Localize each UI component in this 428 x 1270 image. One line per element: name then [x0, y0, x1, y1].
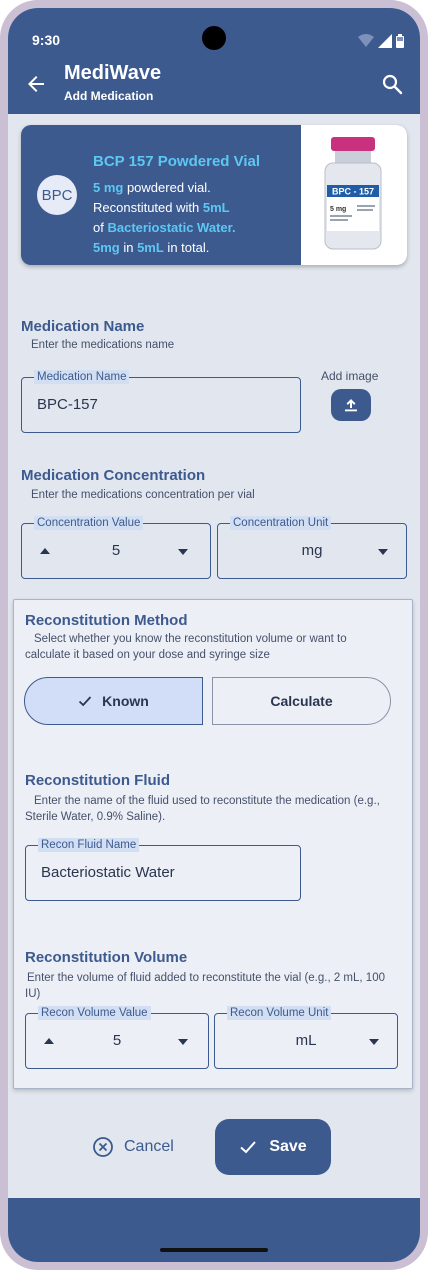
recon-volume-unit-select[interactable]: Recon Volume Unit mL [214, 1006, 398, 1069]
recon-volume-title: Reconstitution Volume [25, 949, 188, 966]
card-title: BCP 157 Powdered Vial [93, 153, 261, 170]
back-button[interactable] [24, 72, 48, 96]
device-frame: 9:30 MediWave Add Medication BPC BCP 157… [0, 0, 428, 1270]
wifi-icon [358, 34, 374, 47]
vial-image: BPC - 157 5 mg [301, 125, 407, 265]
vial-dose: 5 mg [330, 206, 346, 213]
upload-icon [345, 399, 357, 412]
signal-icon [378, 34, 392, 48]
concentration-value-label: Concentration Value [34, 516, 144, 530]
vial-label: BPC - 157 [332, 187, 374, 197]
card-text: Reconstituted with [93, 200, 203, 215]
card-amount: 5 mg [93, 180, 124, 195]
search-button[interactable] [380, 72, 404, 96]
cancel-label: Cancel [124, 1138, 174, 1155]
concentration-help: Enter the medications concentration per … [31, 489, 255, 501]
card-text: powdered vial. [123, 180, 211, 195]
camera-cutout [202, 26, 226, 50]
battery-icon [396, 34, 404, 48]
card-description: 5 mg powdered vial. Reconstituted with 5… [93, 178, 303, 258]
save-label: Save [269, 1138, 307, 1155]
add-image-label: Add image [321, 369, 379, 383]
status-time: 9:30 [32, 32, 61, 48]
recon-fluid-title: Reconstitution Fluid [25, 772, 170, 789]
vial-illustration: BPC - 157 5 mg [324, 137, 382, 250]
card-text: in [119, 240, 138, 255]
recon-fluid-help: Enter the name of the fluid used to reco… [25, 795, 380, 823]
medication-name-value: BPC-157 [37, 396, 98, 413]
save-button[interactable]: Save [215, 1119, 331, 1175]
card-total-volume: 5mL [137, 240, 164, 255]
app-title: MediWave [64, 62, 162, 84]
system-nav-bar [8, 1198, 420, 1262]
recon-fluid-value: Bacteriostatic Water [41, 864, 175, 881]
home-indicator[interactable] [160, 1248, 268, 1252]
medication-summary-card: BPC BCP 157 Powdered Vial 5 mg powdered … [21, 125, 407, 265]
recon-volume-value-label: Recon Volume Value [38, 1006, 151, 1020]
card-text: of [93, 220, 108, 235]
app-screen: 9:30 MediWave Add Medication BPC BCP 157… [8, 8, 420, 1262]
cancel-icon [93, 1137, 113, 1157]
recon-fluid-field[interactable]: Recon Fluid Name Bacteriostatic Water [25, 838, 301, 901]
card-dose: 5mg [93, 240, 120, 255]
concentration-title: Medication Concentration [21, 467, 206, 484]
card-volume: 5mL [202, 200, 230, 215]
app-bar: 9:30 MediWave Add Medication [8, 8, 420, 114]
cancel-button[interactable]: Cancel [92, 1132, 174, 1162]
medication-name-help: Enter the medications name [31, 339, 175, 351]
status-icons [358, 34, 404, 48]
card-text: in total. [163, 240, 210, 255]
decrement-icon[interactable] [178, 1039, 188, 1045]
concentration-unit-select[interactable]: Concentration Unit mg [217, 516, 407, 579]
dropdown-icon [369, 1039, 379, 1045]
concentration-value-stepper[interactable]: Concentration Value 5 [21, 516, 211, 579]
medication-name-field-label: Medication Name [34, 370, 130, 384]
decrement-icon[interactable] [178, 549, 188, 555]
check-icon [240, 1141, 257, 1154]
recon-method-help: Select whether you know the reconstituti… [25, 633, 347, 661]
concentration-unit-label: Concentration Unit [230, 516, 332, 530]
recon-volume-value-stepper[interactable]: Recon Volume Value 5 [25, 1006, 209, 1069]
known-option-button[interactable]: Known [24, 677, 203, 725]
arrow-back-icon [28, 76, 44, 92]
check-icon [79, 696, 92, 707]
medication-avatar: BPC [37, 175, 77, 215]
recon-volume-help: Enter the volume of fluid added to recon… [25, 972, 385, 1000]
calculate-option-button[interactable]: Calculate [212, 677, 391, 725]
search-icon [382, 74, 403, 95]
page-subtitle: Add Medication [64, 89, 154, 103]
card-fluid: Bacteriostatic Water. [107, 220, 236, 235]
recon-method-title: Reconstitution Method [25, 612, 188, 629]
medication-name-field[interactable]: Medication Name BPC-157 [21, 370, 301, 433]
known-option-label: Known [102, 693, 149, 709]
add-image-button[interactable] [331, 389, 371, 421]
medication-name-title: Medication Name [21, 318, 145, 335]
dropdown-icon [378, 549, 388, 555]
recon-volume-unit-label: Recon Volume Unit [227, 1006, 332, 1020]
calculate-option-label: Calculate [270, 693, 333, 709]
recon-fluid-field-label: Recon Fluid Name [38, 838, 140, 852]
